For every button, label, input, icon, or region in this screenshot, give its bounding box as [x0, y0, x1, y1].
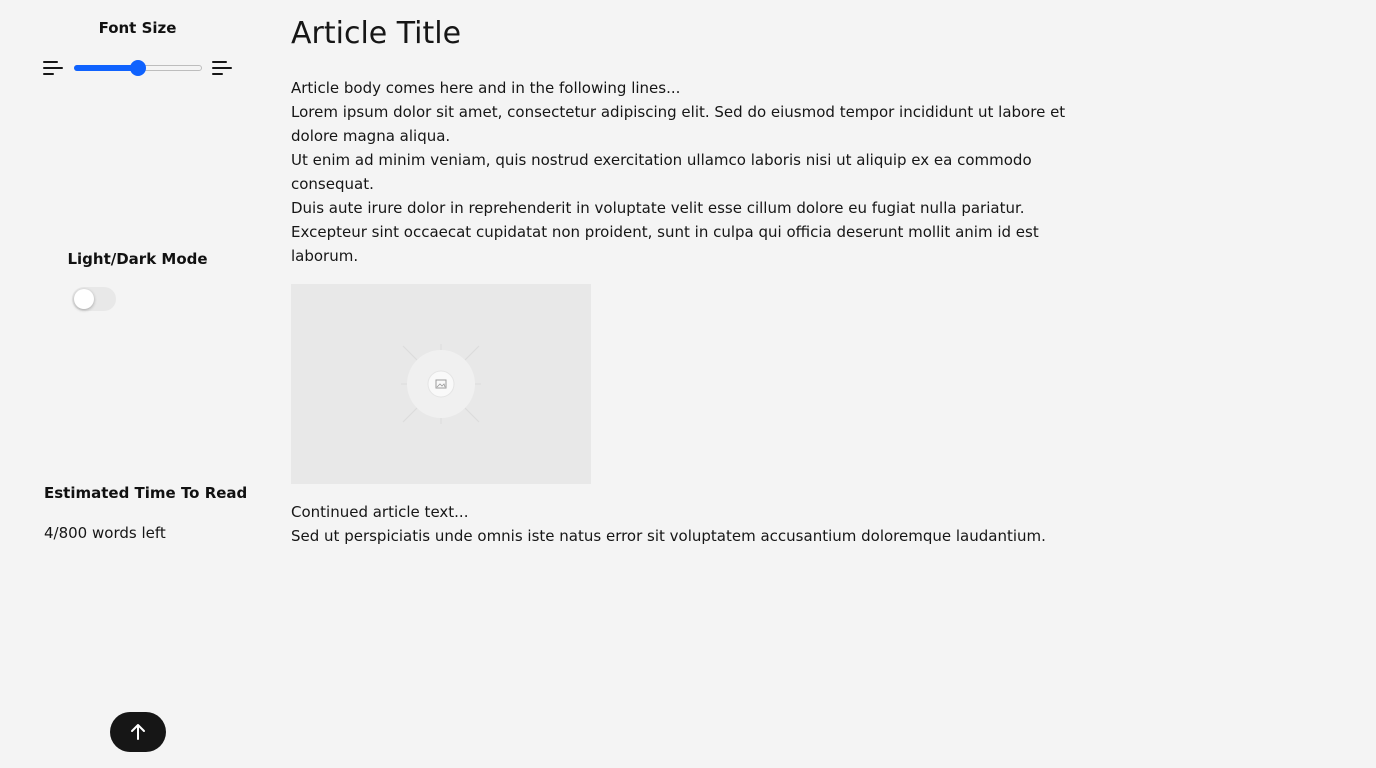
arrow-up-icon [131, 724, 145, 740]
article-title: Article Title [291, 16, 462, 51]
article-image [291, 284, 591, 484]
dark-mode-toggle[interactable] [72, 287, 116, 311]
paragraph: Ut enim ad minim veniam, quis nostrud ex… [291, 151, 1032, 193]
paragraph: Continued article text... [291, 503, 469, 521]
article-body-continued: Continued article text... Sed ut perspic… [291, 500, 1081, 548]
font-size-slider[interactable] [74, 59, 202, 77]
paragraph: Duis aute irure dolor in reprehenderit i… [291, 199, 1025, 217]
paragraph: Sed ut perspiciatis unde omnis iste natu… [291, 527, 1046, 545]
article-body: Article body comes here and in the follo… [291, 76, 1081, 268]
font-size-heading: Font Size [98, 19, 177, 37]
words-left-text: 4/800 words left [44, 524, 166, 542]
paragraph: Excepteur sint occaecat cupidatat non pr… [291, 223, 1039, 265]
sidebar: Font Size Light/Dark Mode Estimated Time… [0, 0, 275, 768]
text-small-icon[interactable] [43, 61, 63, 75]
paragraph: Article body comes here and in the follo… [291, 79, 681, 97]
slider-fill [74, 65, 138, 71]
text-large-icon[interactable] [212, 61, 232, 75]
paragraph: Lorem ipsum dolor sit amet, consectetur … [291, 103, 1066, 145]
toggle-knob [74, 289, 94, 309]
mode-heading: Light/Dark Mode [67, 250, 208, 268]
back-to-top-button[interactable] [110, 712, 166, 752]
reading-time-heading: Estimated Time To Read [44, 484, 248, 502]
slider-thumb[interactable] [130, 60, 146, 76]
image-placeholder-icon [401, 344, 481, 424]
